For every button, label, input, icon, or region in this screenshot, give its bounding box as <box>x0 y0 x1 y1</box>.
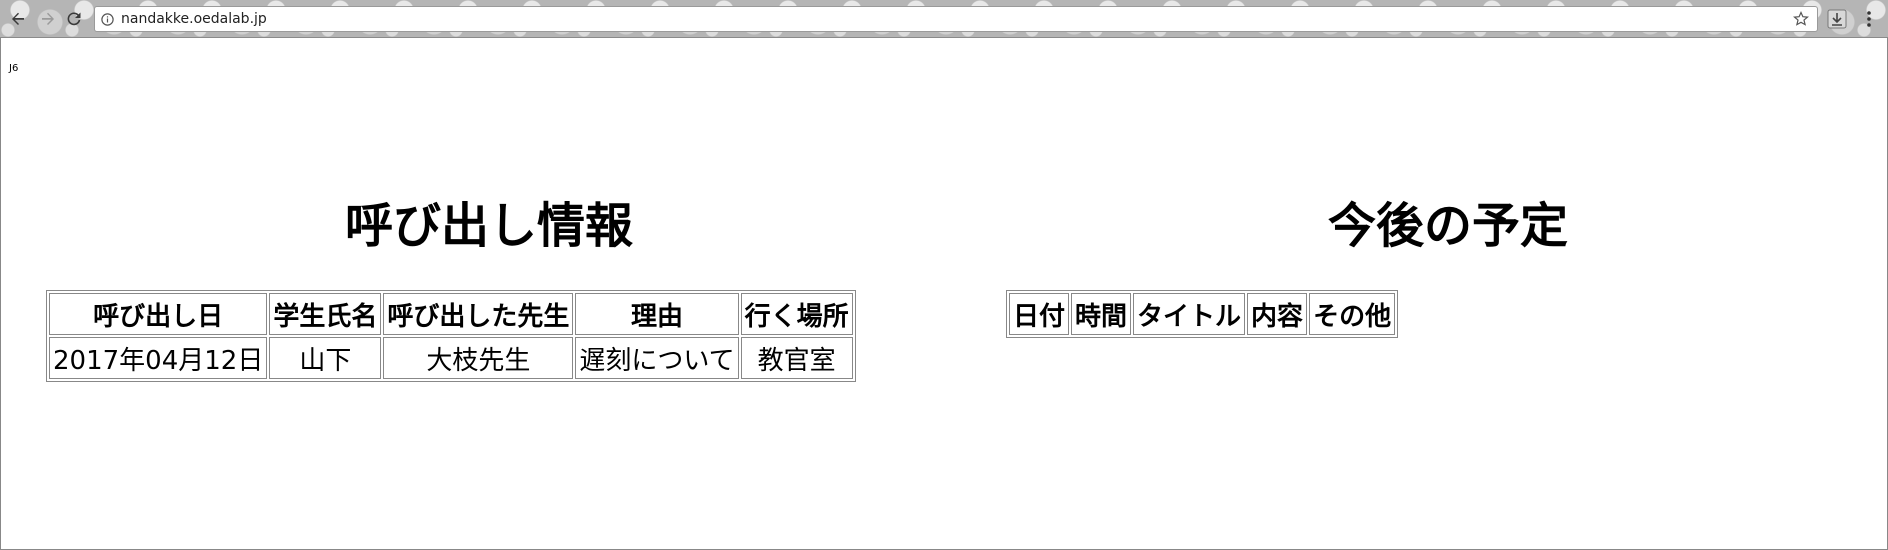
header-student-name: 学生氏名 <box>269 293 382 335</box>
menu-icon[interactable] <box>1860 8 1878 30</box>
header-time: 時間 <box>1071 293 1132 335</box>
table-header-row: 呼び出し日 学生氏名 呼び出した先生 理由 行く場所 <box>49 293 853 335</box>
schedule-title: 今後の予定 <box>1328 198 1569 254</box>
download-icon[interactable] <box>1826 8 1848 30</box>
address-bar[interactable]: nandakke.oedalab.jp <box>94 6 1818 32</box>
call-info-table: 呼び出し日 学生氏名 呼び出した先生 理由 行く場所 2017年04月12日 山… <box>46 290 856 382</box>
bookmark-star-icon[interactable] <box>1793 11 1809 27</box>
header-date: 日付 <box>1009 293 1070 335</box>
cell-call-date: 2017年04月12日 <box>49 337 268 379</box>
cell-reason: 遅刻について <box>575 337 739 379</box>
header-place: 行く場所 <box>740 293 853 335</box>
info-icon[interactable] <box>101 12 114 26</box>
header-other: その他 <box>1309 293 1396 335</box>
table-header-row: 日付 時間 タイトル 内容 その他 <box>1009 293 1396 335</box>
header-call-date: 呼び出し日 <box>49 293 268 335</box>
cell-student-name: 山下 <box>269 337 382 379</box>
call-info-title: 呼び出し情報 <box>345 198 634 254</box>
cell-teacher: 大枝先生 <box>383 337 574 379</box>
back-icon[interactable] <box>7 8 29 30</box>
browser-toolbar: nandakke.oedalab.jp <box>0 0 1888 38</box>
url-text[interactable]: nandakke.oedalab.jp <box>121 11 267 27</box>
schedule-table: 日付 時間 タイトル 内容 その他 <box>1006 290 1399 338</box>
header-reason: 理由 <box>575 293 739 335</box>
table-row: 2017年04月12日 山下 大枝先生 遅刻について 教官室 <box>49 337 853 379</box>
corner-label: J6 <box>9 63 19 74</box>
forward-icon[interactable] <box>37 8 59 30</box>
header-teacher: 呼び出した先生 <box>383 293 574 335</box>
reload-icon[interactable] <box>63 8 85 30</box>
header-content: 内容 <box>1247 293 1308 335</box>
cell-place: 教官室 <box>740 337 853 379</box>
header-title: タイトル <box>1133 293 1246 335</box>
